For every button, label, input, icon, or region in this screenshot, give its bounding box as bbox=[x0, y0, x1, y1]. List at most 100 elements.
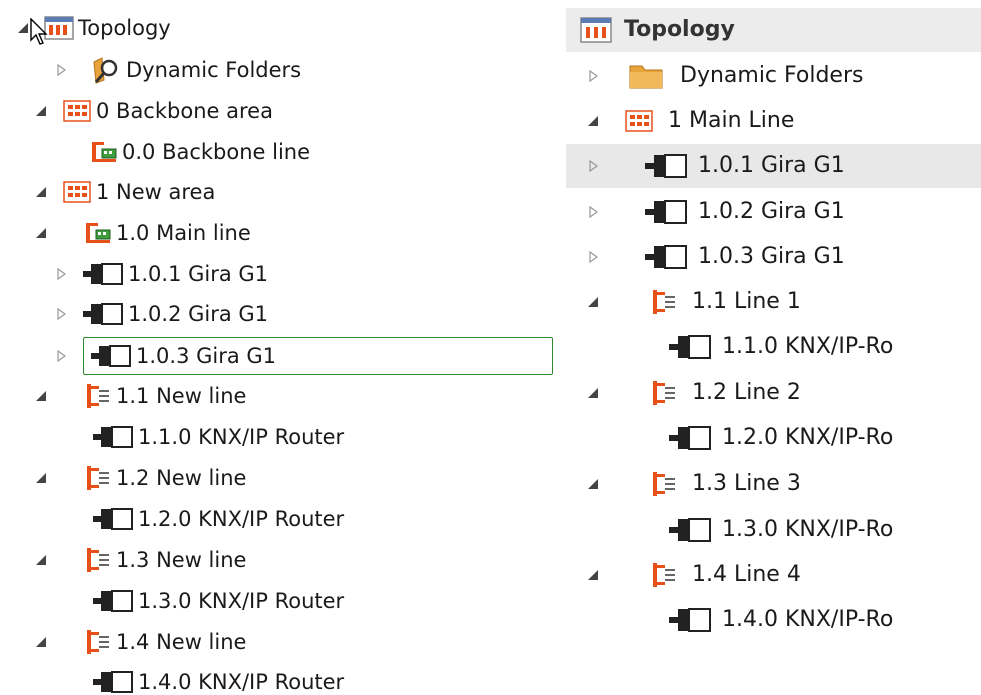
tree-item-line-1-3[interactable]: 1.3 New line bbox=[0, 540, 553, 580]
tree-item-label: 1.4 Line 4 bbox=[692, 562, 801, 587]
tree-item-device-1-0-1[interactable]: 1.0.1 Gira G1 bbox=[566, 144, 981, 188]
expanded-arrow-icon[interactable] bbox=[584, 384, 602, 402]
tree-item-label: 1.3.0 KNX/IP-Ro bbox=[722, 517, 894, 542]
mouse-cursor-icon bbox=[30, 17, 52, 51]
tree-item-main-line[interactable]: 1.0 Main line bbox=[0, 213, 553, 253]
device-icon bbox=[92, 424, 134, 450]
device-icon bbox=[644, 198, 688, 226]
tree-item-main-line[interactable]: 1 Main Line bbox=[566, 99, 981, 143]
line-icon bbox=[84, 629, 112, 655]
tree-item-line-1-2[interactable]: 1.2 New line bbox=[0, 458, 553, 498]
collapsed-arrow-icon[interactable] bbox=[584, 203, 602, 221]
tree-item-line-1-2[interactable]: 1.2 Line 2 bbox=[566, 371, 981, 415]
tree-item-label: 1.2 Line 2 bbox=[692, 380, 801, 405]
tree-item-label: 1.1 New line bbox=[116, 383, 247, 408]
line-icon bbox=[650, 380, 678, 406]
device-icon bbox=[668, 606, 712, 634]
line-icon bbox=[650, 562, 678, 588]
tree-item-label: 1.4.0 KNX/IP-Ro bbox=[722, 607, 894, 632]
tree-item-device-1-0-2[interactable]: 1.0.2 Gira G1 bbox=[566, 190, 981, 234]
line-coupler-icon bbox=[84, 221, 112, 245]
tree-item-label: 1.0.3 Gira G1 bbox=[136, 343, 277, 368]
selection-box[interactable]: 1.0.3 Gira G1 bbox=[83, 337, 553, 375]
tree-header-label: Topology bbox=[624, 17, 735, 42]
tree-item-label: 1.3 Line 3 bbox=[692, 471, 801, 496]
tree-item-label: Dynamic Folders bbox=[680, 63, 864, 88]
tree-item-router-1-3-0[interactable]: 1.3.0 KNX/IP-Ro bbox=[566, 508, 981, 552]
expanded-arrow-icon[interactable] bbox=[584, 566, 602, 584]
tree-item-label: 1.4.0 KNX/IP Router bbox=[138, 669, 345, 694]
collapsed-arrow-icon[interactable] bbox=[584, 67, 602, 85]
tree-item-label: 1.4 New line bbox=[116, 629, 247, 654]
tree-item-device-1-0-2[interactable]: 1.0.2 Gira G1 bbox=[0, 294, 553, 334]
tree-item-backbone-area[interactable]: 0 Backbone area bbox=[0, 91, 553, 131]
tree-item-device-1-0-3[interactable]: 1.0.3 Gira G1 bbox=[0, 336, 553, 376]
dynamic-folder-icon bbox=[82, 56, 122, 84]
line-icon bbox=[84, 383, 112, 409]
area-icon bbox=[624, 109, 654, 133]
expanded-arrow-icon[interactable] bbox=[584, 293, 602, 311]
line-icon bbox=[650, 289, 678, 315]
device-icon bbox=[90, 343, 132, 369]
tree-item-label: Topology bbox=[78, 15, 171, 40]
tree-item-label: 1.2 New line bbox=[116, 465, 247, 490]
expanded-arrow-icon[interactable] bbox=[32, 224, 50, 242]
tree-item-router-1-3-0[interactable]: 1.3.0 KNX/IP Router bbox=[0, 581, 553, 621]
device-icon bbox=[92, 506, 134, 532]
topology-icon bbox=[580, 17, 612, 43]
line-icon bbox=[84, 547, 112, 573]
tree-item-topology[interactable]: Topology bbox=[0, 8, 553, 48]
tree-item-backbone-line[interactable]: 0.0 Backbone line bbox=[0, 132, 553, 172]
device-icon bbox=[644, 243, 688, 271]
collapsed-arrow-icon[interactable] bbox=[584, 157, 602, 175]
collapsed-arrow-icon[interactable] bbox=[52, 305, 70, 323]
tree-item-device-1-0-3[interactable]: 1.0.3 Gira G1 bbox=[566, 235, 981, 279]
tree-item-line-1-1[interactable]: 1.1 Line 1 bbox=[566, 280, 981, 324]
tree-item-router-1-2-0[interactable]: 1.2.0 KNX/IP Router bbox=[0, 499, 553, 539]
device-icon bbox=[82, 301, 124, 327]
tree-item-label: 1.0.1 Gira G1 bbox=[698, 153, 845, 178]
line-icon bbox=[84, 465, 112, 491]
tree-item-router-1-4-0[interactable]: 1.4.0 KNX/IP-Ro bbox=[566, 598, 981, 642]
collapsed-arrow-icon[interactable] bbox=[584, 248, 602, 266]
tree-header-topology[interactable]: Topology bbox=[566, 8, 981, 52]
tree-item-new-area[interactable]: 1 New area bbox=[0, 172, 553, 212]
collapsed-arrow-icon[interactable] bbox=[52, 61, 70, 79]
device-icon bbox=[668, 424, 712, 452]
tree-item-line-1-4[interactable]: 1.4 Line 4 bbox=[566, 553, 981, 597]
expanded-arrow-icon[interactable] bbox=[32, 183, 50, 201]
tree-item-router-1-1-0[interactable]: 1.1.0 KNX/IP-Ro bbox=[566, 325, 981, 369]
tree-item-line-1-1[interactable]: 1.1 New line bbox=[0, 376, 553, 416]
expanded-arrow-icon[interactable] bbox=[32, 469, 50, 487]
tree-item-dynamic-folders[interactable]: Dynamic Folders bbox=[566, 54, 981, 98]
tree-item-label: 1.1 Line 1 bbox=[692, 289, 801, 314]
tree-item-dynamic-folders[interactable]: Dynamic Folders bbox=[0, 50, 553, 90]
tree-item-router-1-1-0[interactable]: 1.1.0 KNX/IP Router bbox=[0, 417, 553, 457]
tree-item-router-1-2-0[interactable]: 1.2.0 KNX/IP-Ro bbox=[566, 416, 981, 460]
tree-item-label: 1.2.0 KNX/IP-Ro bbox=[722, 425, 894, 450]
tree-item-label: 1.0 Main line bbox=[116, 220, 251, 245]
expanded-arrow-icon[interactable] bbox=[32, 633, 50, 651]
device-icon bbox=[92, 669, 134, 695]
tree-item-line-1-3[interactable]: 1.3 Line 3 bbox=[566, 462, 981, 506]
tree-item-line-1-4[interactable]: 1.4 New line bbox=[0, 622, 553, 662]
tree-item-router-1-4-0[interactable]: 1.4.0 KNX/IP Router bbox=[0, 662, 553, 695]
expanded-arrow-icon[interactable] bbox=[32, 102, 50, 120]
tree-item-label: 1.3.0 KNX/IP Router bbox=[138, 588, 345, 613]
device-icon bbox=[644, 152, 688, 180]
device-icon bbox=[668, 333, 712, 361]
expanded-arrow-icon[interactable] bbox=[32, 551, 50, 569]
area-icon bbox=[62, 99, 92, 123]
area-icon bbox=[62, 180, 92, 204]
tree-item-label: 1.0.2 Gira G1 bbox=[698, 199, 845, 224]
expanded-arrow-icon[interactable] bbox=[584, 112, 602, 130]
expanded-arrow-icon[interactable] bbox=[32, 387, 50, 405]
tree-item-label: 1.0.2 Gira G1 bbox=[128, 301, 269, 326]
tree-item-label: 1.3 New line bbox=[116, 547, 247, 572]
collapsed-arrow-icon[interactable] bbox=[52, 265, 70, 283]
tree-item-label: 1.1.0 KNX/IP-Ro bbox=[722, 334, 894, 359]
collapsed-arrow-icon[interactable] bbox=[52, 347, 70, 365]
folder-icon bbox=[628, 62, 664, 90]
tree-item-device-1-0-1[interactable]: 1.0.1 Gira G1 bbox=[0, 254, 553, 294]
expanded-arrow-icon[interactable] bbox=[584, 475, 602, 493]
